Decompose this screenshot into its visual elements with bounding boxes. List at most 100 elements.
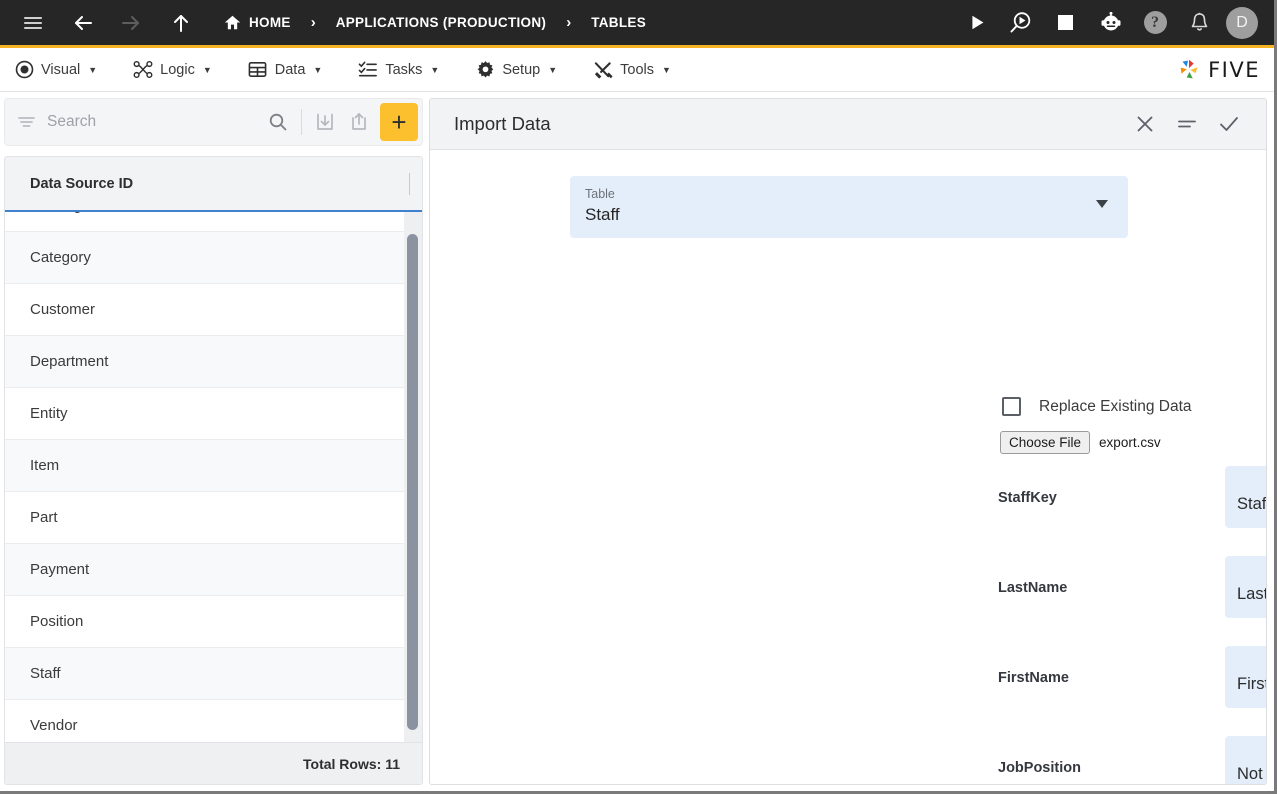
menu-label-visual: Visual xyxy=(41,61,81,78)
add-new-button[interactable]: + xyxy=(380,103,418,141)
import-data-header: Import Data xyxy=(430,99,1266,150)
grid-scrollbar-track[interactable] xyxy=(404,212,422,742)
menu-item-data[interactable]: Data ▼ xyxy=(248,60,323,80)
field-mapping-label: JobPosition xyxy=(998,760,1081,776)
table-row[interactable]: Category xyxy=(5,232,422,284)
breadcrumb-separator-2: › xyxy=(566,14,572,31)
table-row[interactable]: Part xyxy=(5,492,422,544)
table-grid-icon xyxy=(248,60,268,80)
menu-item-tasks[interactable]: Tasks ▼ xyxy=(358,60,439,80)
field-mapping-value: StaffKey xyxy=(1237,495,1266,513)
table-row-label: Position xyxy=(30,613,84,630)
table-row[interactable]: Entity xyxy=(5,388,422,440)
menu-item-tools[interactable]: Tools ▼ xyxy=(593,60,671,80)
grid-rows-container: Catalog Category Customer Department Entity I… xyxy=(5,212,422,742)
grid-column-header[interactable]: Data Source ID xyxy=(5,157,422,212)
replace-existing-data-row[interactable]: Replace Existing Data xyxy=(1002,397,1192,416)
main-body: + Data Source ID Catalog Category Customer… xyxy=(0,92,1274,789)
stop-square-icon[interactable] xyxy=(1046,4,1084,42)
breadcrumb-separator: › xyxy=(310,14,316,31)
five-logo: FIVE xyxy=(1175,56,1260,84)
notifications-bell-icon[interactable] xyxy=(1180,4,1218,42)
file-picker-row: Choose File export.csv xyxy=(1000,431,1161,454)
table-row[interactable]: Staff xyxy=(5,648,422,700)
table-row-label: Staff xyxy=(30,665,61,682)
help-glyph: ? xyxy=(1151,13,1159,31)
user-avatar[interactable]: D xyxy=(1226,6,1258,39)
hamburger-menu-icon[interactable] xyxy=(14,4,52,42)
field-mapping-value: Not Imported xyxy=(1237,765,1266,783)
search-icon[interactable] xyxy=(261,105,295,139)
menu-label-logic: Logic xyxy=(160,61,195,78)
column-resize-handle[interactable] xyxy=(409,173,410,195)
filter-icon[interactable] xyxy=(17,112,37,132)
column-header-label: Data Source ID xyxy=(30,175,134,192)
debug-run-magnifier-icon[interactable] xyxy=(1002,4,1040,42)
table-row[interactable]: Position xyxy=(5,596,422,648)
choose-file-button[interactable]: Choose File xyxy=(1000,431,1091,454)
table-row[interactable]: Item xyxy=(5,440,422,492)
field-mapping-label: StaffKey xyxy=(998,490,1057,506)
field-mapping-select[interactable]: Not Imported xyxy=(1225,736,1266,784)
export-upload-icon[interactable] xyxy=(342,105,376,139)
field-mapping-label: FirstName xyxy=(998,670,1069,686)
chevron-down-icon[interactable] xyxy=(1096,200,1108,208)
field-mapping-select[interactable]: FirstName xyxy=(1225,646,1266,708)
menu-label-tasks: Tasks xyxy=(385,61,423,78)
help-question-icon[interactable]: ? xyxy=(1136,4,1174,42)
replace-existing-data-label: Replace Existing Data xyxy=(1039,397,1192,415)
table-row-label: Catalog xyxy=(30,212,82,214)
menu-item-visual[interactable]: Visual ▼ xyxy=(14,60,97,80)
import-download-icon[interactable] xyxy=(308,105,342,139)
table-row[interactable]: Catalog xyxy=(5,212,422,232)
import-data-panel: Import Data Table Staff Replace Existing… xyxy=(427,92,1274,789)
field-mapping-select[interactable]: LastName xyxy=(1225,556,1266,618)
field-mapping-value: LastName xyxy=(1237,585,1266,603)
menu-label-tools: Tools xyxy=(620,61,654,78)
table-row-label: Payment xyxy=(30,561,90,578)
table-row-label: Department xyxy=(30,353,109,370)
table-row[interactable]: Vendor xyxy=(5,700,422,742)
avatar-initial: D xyxy=(1236,13,1248,31)
field-mapping-value: FirstName xyxy=(1237,675,1266,693)
application-window: HOME › APPLICATIONS (PRODUCTION) › TABLE… xyxy=(0,0,1277,794)
table-field-value: Staff xyxy=(585,205,620,224)
breadcrumb-label-home: HOME xyxy=(249,15,291,30)
top-navigation-bar: HOME › APPLICATIONS (PRODUCTION) › TABLE… xyxy=(0,0,1274,48)
bot-assistant-icon[interactable] xyxy=(1092,4,1130,42)
menu-item-logic[interactable]: Logic ▼ xyxy=(133,60,212,80)
chevron-down-icon: ▼ xyxy=(548,64,558,75)
checklist-icon xyxy=(358,60,378,80)
grid-body: Catalog Category Customer Department Entity I… xyxy=(5,212,422,742)
chevron-down-icon: ▼ xyxy=(313,64,323,75)
forward-arrow-icon xyxy=(112,4,150,42)
table-row[interactable]: Department xyxy=(5,336,422,388)
menu-item-setup[interactable]: Setup ▼ xyxy=(475,60,557,80)
confirm-check-icon[interactable] xyxy=(1208,103,1250,145)
grid-scrollbar-thumb[interactable] xyxy=(407,234,418,730)
table-row-label: Part xyxy=(30,509,58,526)
table-row[interactable]: Payment xyxy=(5,544,422,596)
breadcrumb-item-applications[interactable]: APPLICATIONS (PRODUCTION) xyxy=(330,15,553,30)
search-input[interactable] xyxy=(47,113,261,131)
toolbar-divider xyxy=(301,109,302,135)
back-arrow-icon[interactable] xyxy=(64,4,102,42)
replace-existing-data-checkbox[interactable] xyxy=(1002,397,1021,416)
run-play-icon[interactable] xyxy=(958,4,996,42)
options-list-icon[interactable] xyxy=(1166,103,1208,145)
table-select-field[interactable]: Table Staff xyxy=(570,176,1128,238)
chevron-down-icon: ▼ xyxy=(430,64,440,75)
up-arrow-icon[interactable] xyxy=(162,4,200,42)
data-sources-panel: + Data Source ID Catalog Category Customer… xyxy=(0,92,427,789)
five-pinwheel-icon xyxy=(1175,56,1203,84)
breadcrumb-item-tables[interactable]: TABLES xyxy=(585,15,652,30)
close-icon[interactable] xyxy=(1124,103,1166,145)
field-mapping-label: LastName xyxy=(998,580,1068,596)
page-title: Import Data xyxy=(454,113,551,134)
breadcrumb-item-home[interactable]: HOME xyxy=(218,14,297,31)
table-row-label: Entity xyxy=(30,405,68,422)
total-rows-label: Total Rows: 11 xyxy=(303,755,400,772)
table-row[interactable]: Customer xyxy=(5,284,422,336)
data-sources-grid: Data Source ID Catalog Category Customer De… xyxy=(4,156,423,785)
field-mapping-select[interactable]: StaffKey xyxy=(1225,466,1266,528)
